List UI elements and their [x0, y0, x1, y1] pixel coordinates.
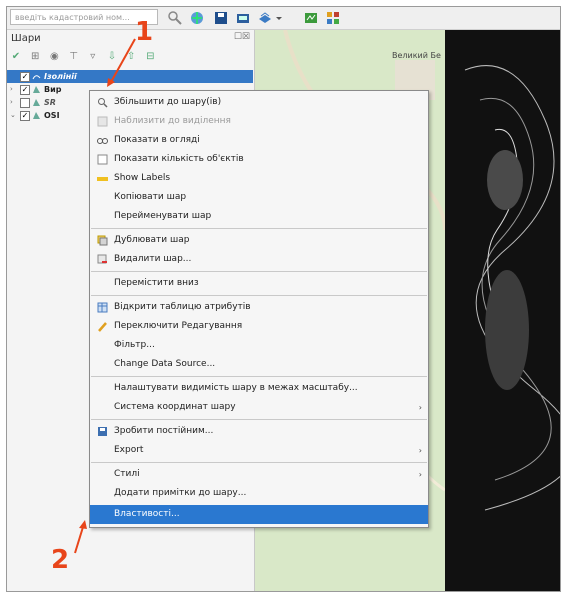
annotation-arrow-2 — [74, 526, 84, 554]
qgis-window: введіть кадастровий ном... Шари ☐☒ ✔ ⊞ ◉… — [6, 6, 561, 592]
annotation-arrow-1 — [110, 38, 136, 83]
annotation-overlay — [74, 38, 136, 554]
annotation-arrowhead-2 — [79, 520, 87, 529]
annotation-step-2: 2 — [51, 545, 70, 575]
annotation-arrowhead-1 — [107, 78, 115, 87]
annotation-step-1: 1 — [135, 17, 154, 47]
